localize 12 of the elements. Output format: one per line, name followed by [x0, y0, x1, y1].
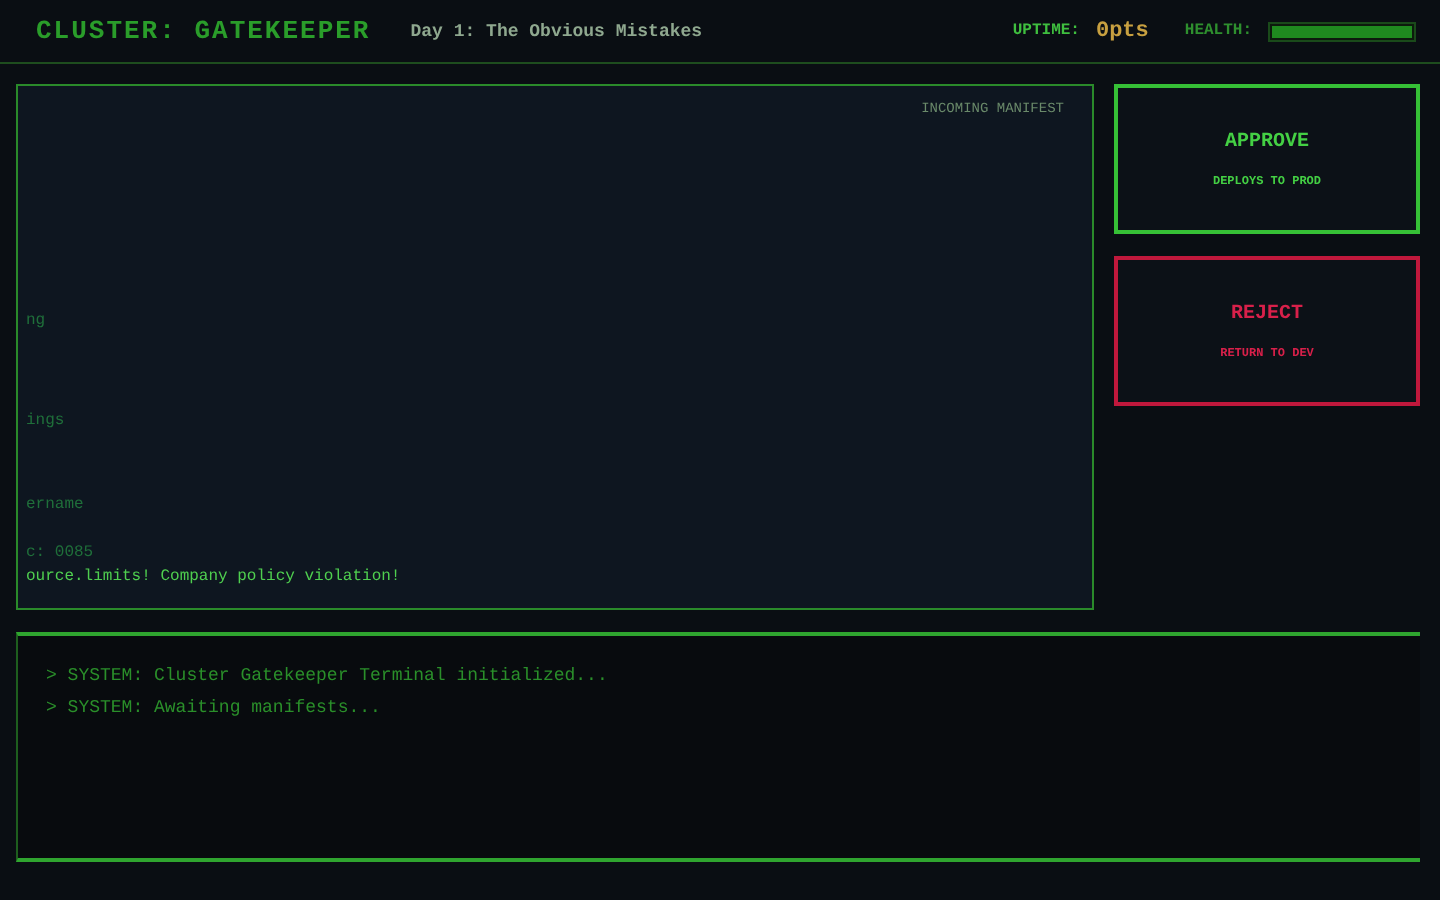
uptime-label: UPTIME:	[1012, 22, 1080, 40]
manifest-line: ings	[26, 410, 65, 434]
manifest-line: ername	[26, 494, 84, 518]
health-label: HEALTH:	[1184, 22, 1252, 40]
manifest-line: c: 0085	[26, 542, 94, 566]
app-title: CLUSTER: GATEKEEPER	[36, 16, 371, 46]
uptime-value: 0pts	[1095, 19, 1149, 43]
manifest-line: ng	[26, 310, 46, 334]
manifest-line: ource.limits! Company policy violation!	[26, 566, 401, 590]
log-line: > SYSTEM: Cluster Gatekeeper Terminal initialized...	[46, 664, 610, 690]
log-line: > SYSTEM: Awaiting manifests...	[46, 696, 383, 722]
level-subtitle: Day 1: The Obvious Mistakes	[410, 21, 703, 41]
